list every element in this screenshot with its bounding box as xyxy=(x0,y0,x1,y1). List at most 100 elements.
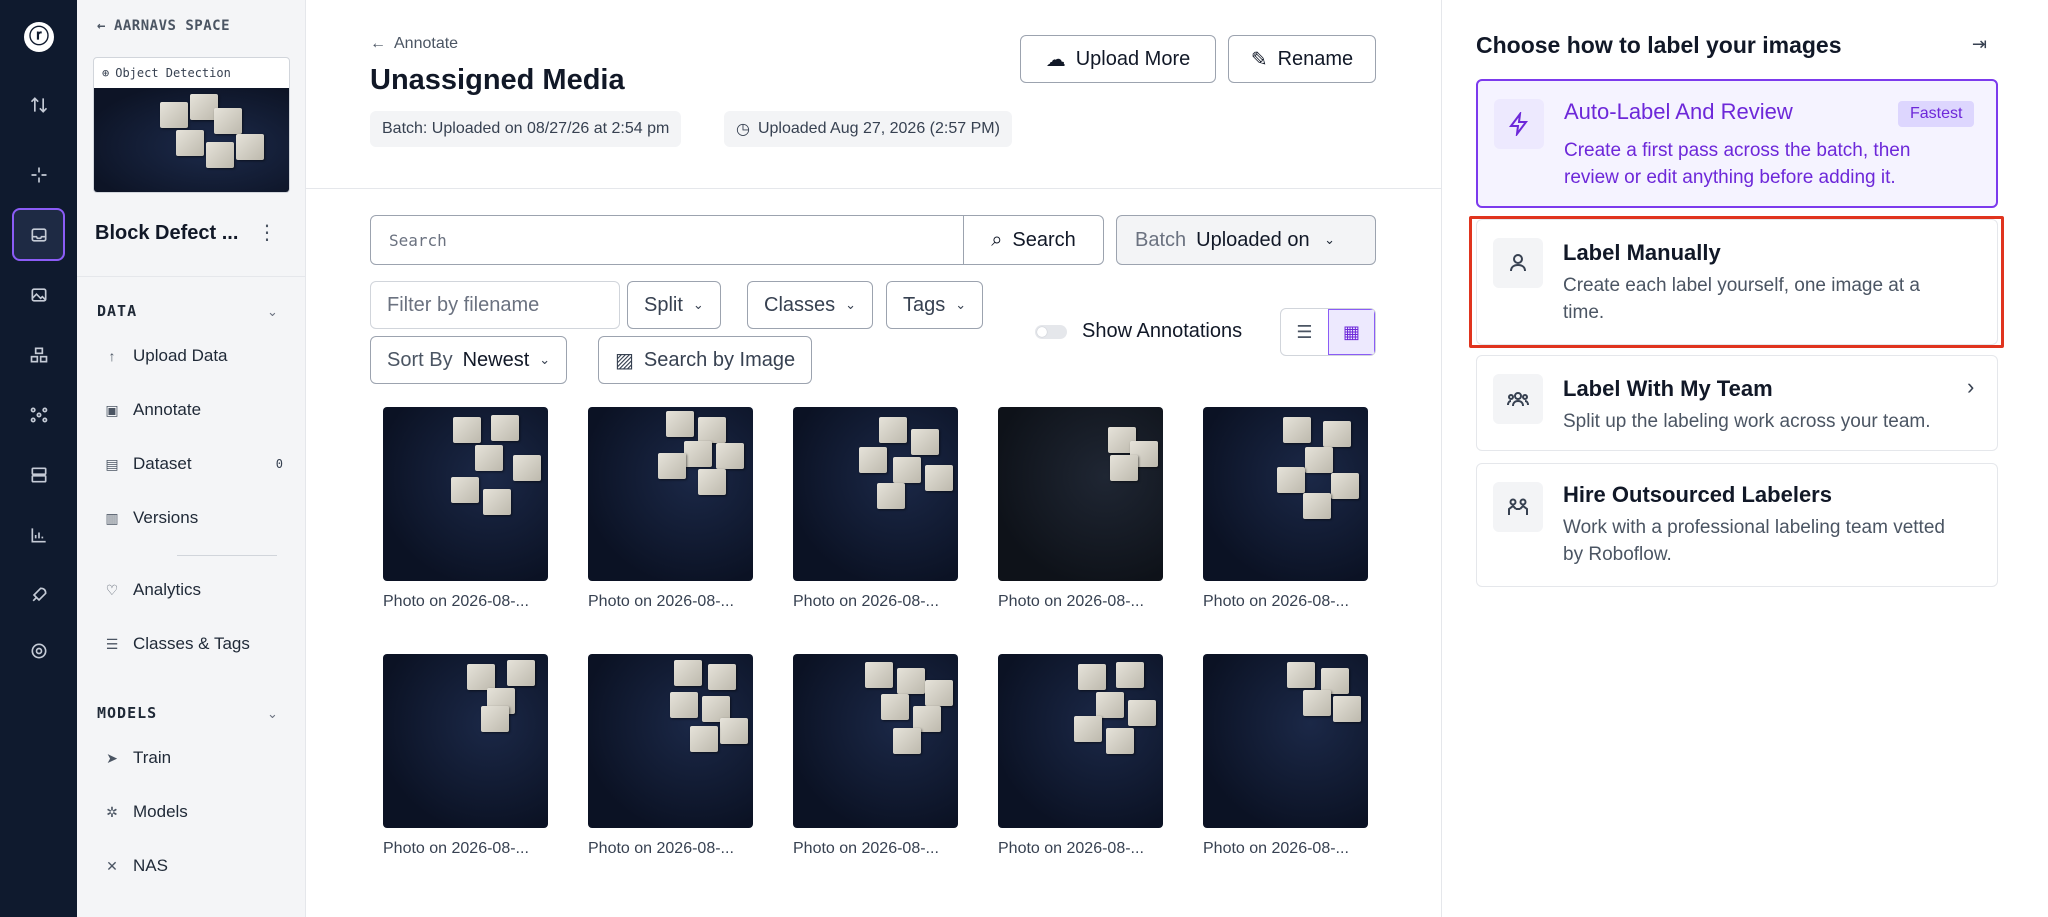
image-tile[interactable]: Photo on 2026-08-... xyxy=(383,407,548,611)
sidebar-item-train[interactable]: ➤ Train xyxy=(103,748,293,768)
sidebar-item-dataset[interactable]: ▤ Dataset 0 xyxy=(103,454,293,474)
breadcrumb[interactable]: ← Annotate xyxy=(370,35,458,53)
stack-icon[interactable] xyxy=(12,448,65,501)
rename-button[interactable]: ✎ Rename xyxy=(1228,35,1376,83)
inbox-icon[interactable] xyxy=(12,208,65,261)
image-thumbnail xyxy=(1203,407,1368,581)
filename-filter-input[interactable] xyxy=(370,281,620,329)
sidebar-item-nas[interactable]: ✕ NAS xyxy=(103,856,293,876)
image-tile[interactable]: Photo on 2026-08-... xyxy=(793,654,958,858)
image-caption: Photo on 2026-08-... xyxy=(793,840,939,857)
clock-icon: ◷ xyxy=(736,121,750,138)
workspace-back-link[interactable]: ← AARNAVS SPACE xyxy=(97,18,230,34)
chevron-down-icon: ⌄ xyxy=(845,297,857,312)
image-tile[interactable]: Photo on 2026-08-... xyxy=(998,407,1163,611)
chevron-down-icon: ⌄ xyxy=(1324,232,1336,247)
search-by-image-label: Search by Image xyxy=(643,348,796,371)
collapse-panel-icon[interactable]: ⇥ xyxy=(1972,34,1987,55)
image-thumbnail xyxy=(588,407,753,581)
batch-select[interactable]: Batch Uploaded on 08/27/26 ⌄ xyxy=(1116,215,1376,265)
image-caption: Photo on 2026-08-... xyxy=(1203,593,1349,610)
sidebar-item-upload-data[interactable]: ↑ Upload Data xyxy=(103,346,293,366)
option-hire-outsourced[interactable]: Hire Outsourced Labelers Work with a pro… xyxy=(1476,463,1998,587)
image-tile[interactable]: Photo on 2026-08-... xyxy=(588,654,753,858)
split-label: Split xyxy=(644,293,683,316)
search-icon: ⌕ xyxy=(991,228,1003,251)
option-auto-label[interactable]: Auto-Label And Review Fastest Create a f… xyxy=(1476,79,1998,208)
image-thumbnail xyxy=(383,654,548,828)
list-view-icon[interactable]: ☰ xyxy=(1281,309,1328,355)
batch-select-value: Uploaded on 08/27/26 xyxy=(1196,228,1314,251)
batch-select-label: Batch xyxy=(1135,228,1187,251)
image-tile[interactable]: Photo on 2026-08-... xyxy=(588,407,753,611)
cube-shape xyxy=(236,134,264,160)
split-dropdown[interactable]: Split ⌄ xyxy=(627,281,721,329)
models-section-title: MODELS xyxy=(97,704,158,722)
search-input[interactable] xyxy=(370,215,964,265)
dataset-icon: ▤ xyxy=(105,455,119,472)
globe-icon: ⊕ xyxy=(102,66,110,80)
project-type-label: Object Detection xyxy=(115,66,231,80)
layers-icon[interactable] xyxy=(12,328,65,381)
image-caption: Photo on 2026-08-... xyxy=(588,593,734,610)
annotate-icon: ▣ xyxy=(105,401,119,418)
image-caption: Photo on 2026-08-... xyxy=(998,593,1144,610)
image-thumbnail xyxy=(998,654,1163,828)
show-annotations-label: Show Annotations xyxy=(1082,320,1243,342)
team-icon xyxy=(1493,374,1543,424)
project-name: Block Defect ... xyxy=(95,222,239,244)
image-tile[interactable]: Photo on 2026-08-... xyxy=(998,654,1163,858)
graph-icon[interactable] xyxy=(12,388,65,441)
show-annotations-toggle[interactable] xyxy=(1035,325,1067,339)
project-type: ⊕ Object Detection xyxy=(94,58,289,88)
classes-label: Classes xyxy=(764,293,836,316)
option-label-with-team[interactable]: Label With My Team › Split up the labeli… xyxy=(1476,355,1998,451)
chevron-down-icon[interactable]: ⌄ xyxy=(267,706,278,722)
chart-icon[interactable] xyxy=(12,508,65,561)
search-by-image-button[interactable]: ▨ Search by Image xyxy=(598,336,813,384)
option-description: Split up the labeling work across your t… xyxy=(1563,411,1931,432)
upload-more-button[interactable]: ☁ Upload More xyxy=(1020,35,1216,83)
fastest-badge: Fastest xyxy=(1898,101,1975,127)
sidebar-item-annotate[interactable]: ▣ Annotate xyxy=(103,400,293,420)
sidebar-item-versions[interactable]: ▥ Versions xyxy=(103,508,293,528)
versions-icon: ▥ xyxy=(105,509,119,526)
option-label-manually[interactable]: Label Manually Create each label yoursel… xyxy=(1476,219,1998,345)
project-card[interactable]: ⊕ Object Detection xyxy=(93,57,290,193)
search-button[interactable]: ⌕ Search xyxy=(964,215,1104,265)
upload-icon: ↑ xyxy=(108,348,116,364)
cloud-upload-icon: ☁ xyxy=(1045,48,1066,71)
image-thumbnail xyxy=(793,407,958,581)
chevron-down-icon[interactable]: ⌄ xyxy=(267,304,278,320)
sidebar-item-label: Analytics xyxy=(133,580,202,599)
gear-icon[interactable] xyxy=(12,624,65,677)
page-title: Unassigned Media xyxy=(370,64,625,96)
roboflow-logo-icon[interactable]: ⓡ xyxy=(24,22,54,52)
option-description: Create a first pass across the batch, th… xyxy=(1564,140,1911,188)
image-caption: Photo on 2026-08-... xyxy=(998,840,1144,857)
swap-icon[interactable] xyxy=(12,78,65,131)
sidebar-item-models[interactable]: ✲ Models xyxy=(103,802,293,822)
image-caption: Photo on 2026-08-... xyxy=(383,840,529,857)
image-caption: Photo on 2026-08-... xyxy=(793,593,939,610)
image-tile[interactable]: Photo on 2026-08-... xyxy=(383,654,548,858)
grid-view-icon[interactable]: ▦ xyxy=(1327,309,1375,355)
more-options-icon[interactable]: ⋮ xyxy=(257,220,277,245)
train-icon: ➤ xyxy=(106,749,118,766)
image-icon[interactable] xyxy=(12,268,65,321)
image-tile[interactable]: Photo on 2026-08-... xyxy=(1203,654,1368,858)
image-tile[interactable]: Photo on 2026-08-... xyxy=(793,407,958,611)
image-caption: Photo on 2026-08-... xyxy=(383,593,529,610)
sidebar-item-analytics[interactable]: ♡ Analytics xyxy=(103,580,293,600)
tags-dropdown[interactable]: Tags ⌄ xyxy=(886,281,984,329)
arrow-left-icon: ← xyxy=(97,18,106,34)
classes-dropdown[interactable]: Classes ⌄ xyxy=(747,281,874,329)
sidebar-item-classes-tags[interactable]: ☰ Classes & Tags xyxy=(103,634,293,654)
image-tile[interactable]: Photo on 2026-08-... xyxy=(1203,407,1368,611)
image-icon: ▨ xyxy=(615,349,634,372)
image-thumbnail xyxy=(588,654,753,828)
sort-dropdown[interactable]: Sort By Newest ⌄ xyxy=(370,336,568,384)
sparkle-icon[interactable] xyxy=(12,148,65,201)
rocket-icon[interactable] xyxy=(12,568,65,621)
person-icon xyxy=(1493,238,1543,288)
